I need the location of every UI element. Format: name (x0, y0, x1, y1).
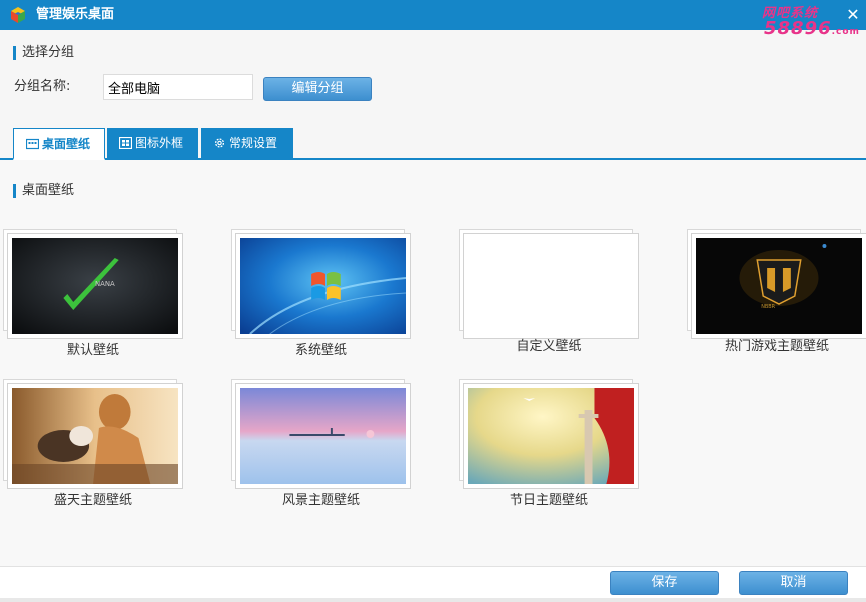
bottom-strip (0, 598, 866, 602)
wallpaper-item-scenery[interactable]: 风景主题壁纸 (231, 379, 411, 508)
default-wallpaper-thumbnail: NANA (12, 238, 178, 334)
scenery-wallpaper-thumbnail (240, 388, 406, 484)
wallpaper-item-label: 热门游戏主题壁纸 (724, 339, 829, 354)
svg-text:NANA: NANA (95, 280, 115, 288)
wallpaper-item-game[interactable]: NBBR 热门游戏主题壁纸 (687, 229, 866, 354)
group-name-field[interactable] (103, 74, 253, 100)
holiday-wallpaper-thumbnail (468, 388, 634, 484)
tab-icon-frame[interactable]: 图标外框 (107, 128, 198, 158)
icon-frame-icon (119, 137, 132, 149)
wallpaper-section-heading: 桌面壁纸 (13, 183, 74, 199)
footer-bar: 保存 取消 (0, 566, 866, 602)
wallpaper-item-label: 默认壁纸 (66, 343, 119, 358)
wallpaper-icon (26, 138, 39, 150)
gear-icon (214, 138, 225, 148)
wallpaper-item-system[interactable]: 系统壁纸 (231, 229, 411, 358)
window-title: 管理娱乐桌面 (36, 7, 115, 22)
save-button[interactable]: 保存 (610, 571, 719, 595)
cancel-button[interactable]: 取消 (739, 571, 848, 595)
edit-group-button[interactable]: 编辑分组 (263, 77, 372, 101)
wallpaper-item-label: 自定义壁纸 (516, 339, 582, 354)
wallpaper-item-label: 系统壁纸 (294, 343, 347, 358)
wallpaper-item-holiday[interactable]: 节日主题壁纸 (459, 379, 639, 508)
game-wallpaper-thumbnail: NBBR (696, 238, 862, 334)
svg-text:NBBR: NBBR (761, 304, 775, 310)
watermark-logo: 网吧系统 58896.com (762, 2, 859, 40)
shengtian-wallpaper-thumbnail (12, 388, 178, 484)
system-wallpaper-thumbnail (240, 238, 406, 334)
tab-bar: 桌面壁纸 图标外框 常规设置 (0, 128, 866, 160)
wallpaper-item-default[interactable]: NANA 默认壁纸 (3, 229, 183, 358)
group-section-heading: 选择分组 (13, 45, 74, 61)
custom-wallpaper-thumbnail (464, 234, 638, 338)
title-bar: 管理娱乐桌面 网吧系统 58896.com ✕ (0, 0, 866, 39)
tab-wallpaper-label: 桌面壁纸 (42, 137, 91, 151)
wallpaper-item-shengtian[interactable]: 盛天主题壁纸 (3, 379, 183, 508)
wallpaper-item-label: 节日主题壁纸 (509, 493, 588, 508)
wallpaper-item-label: 盛天主题壁纸 (53, 493, 132, 508)
close-button[interactable]: ✕ (846, 6, 860, 24)
tab-settings-label: 常规设置 (229, 136, 278, 150)
tab-settings[interactable]: 常规设置 (201, 128, 293, 158)
app-logo-icon (11, 7, 25, 23)
tab-icon-frame-label: 图标外框 (135, 136, 184, 150)
wallpaper-item-label: 风景主题壁纸 (281, 493, 360, 508)
tab-wallpaper[interactable]: 桌面壁纸 (13, 128, 105, 160)
wallpaper-item-custom[interactable]: 自定义壁纸 (459, 229, 639, 354)
group-name-label: 分组名称: (14, 79, 71, 94)
